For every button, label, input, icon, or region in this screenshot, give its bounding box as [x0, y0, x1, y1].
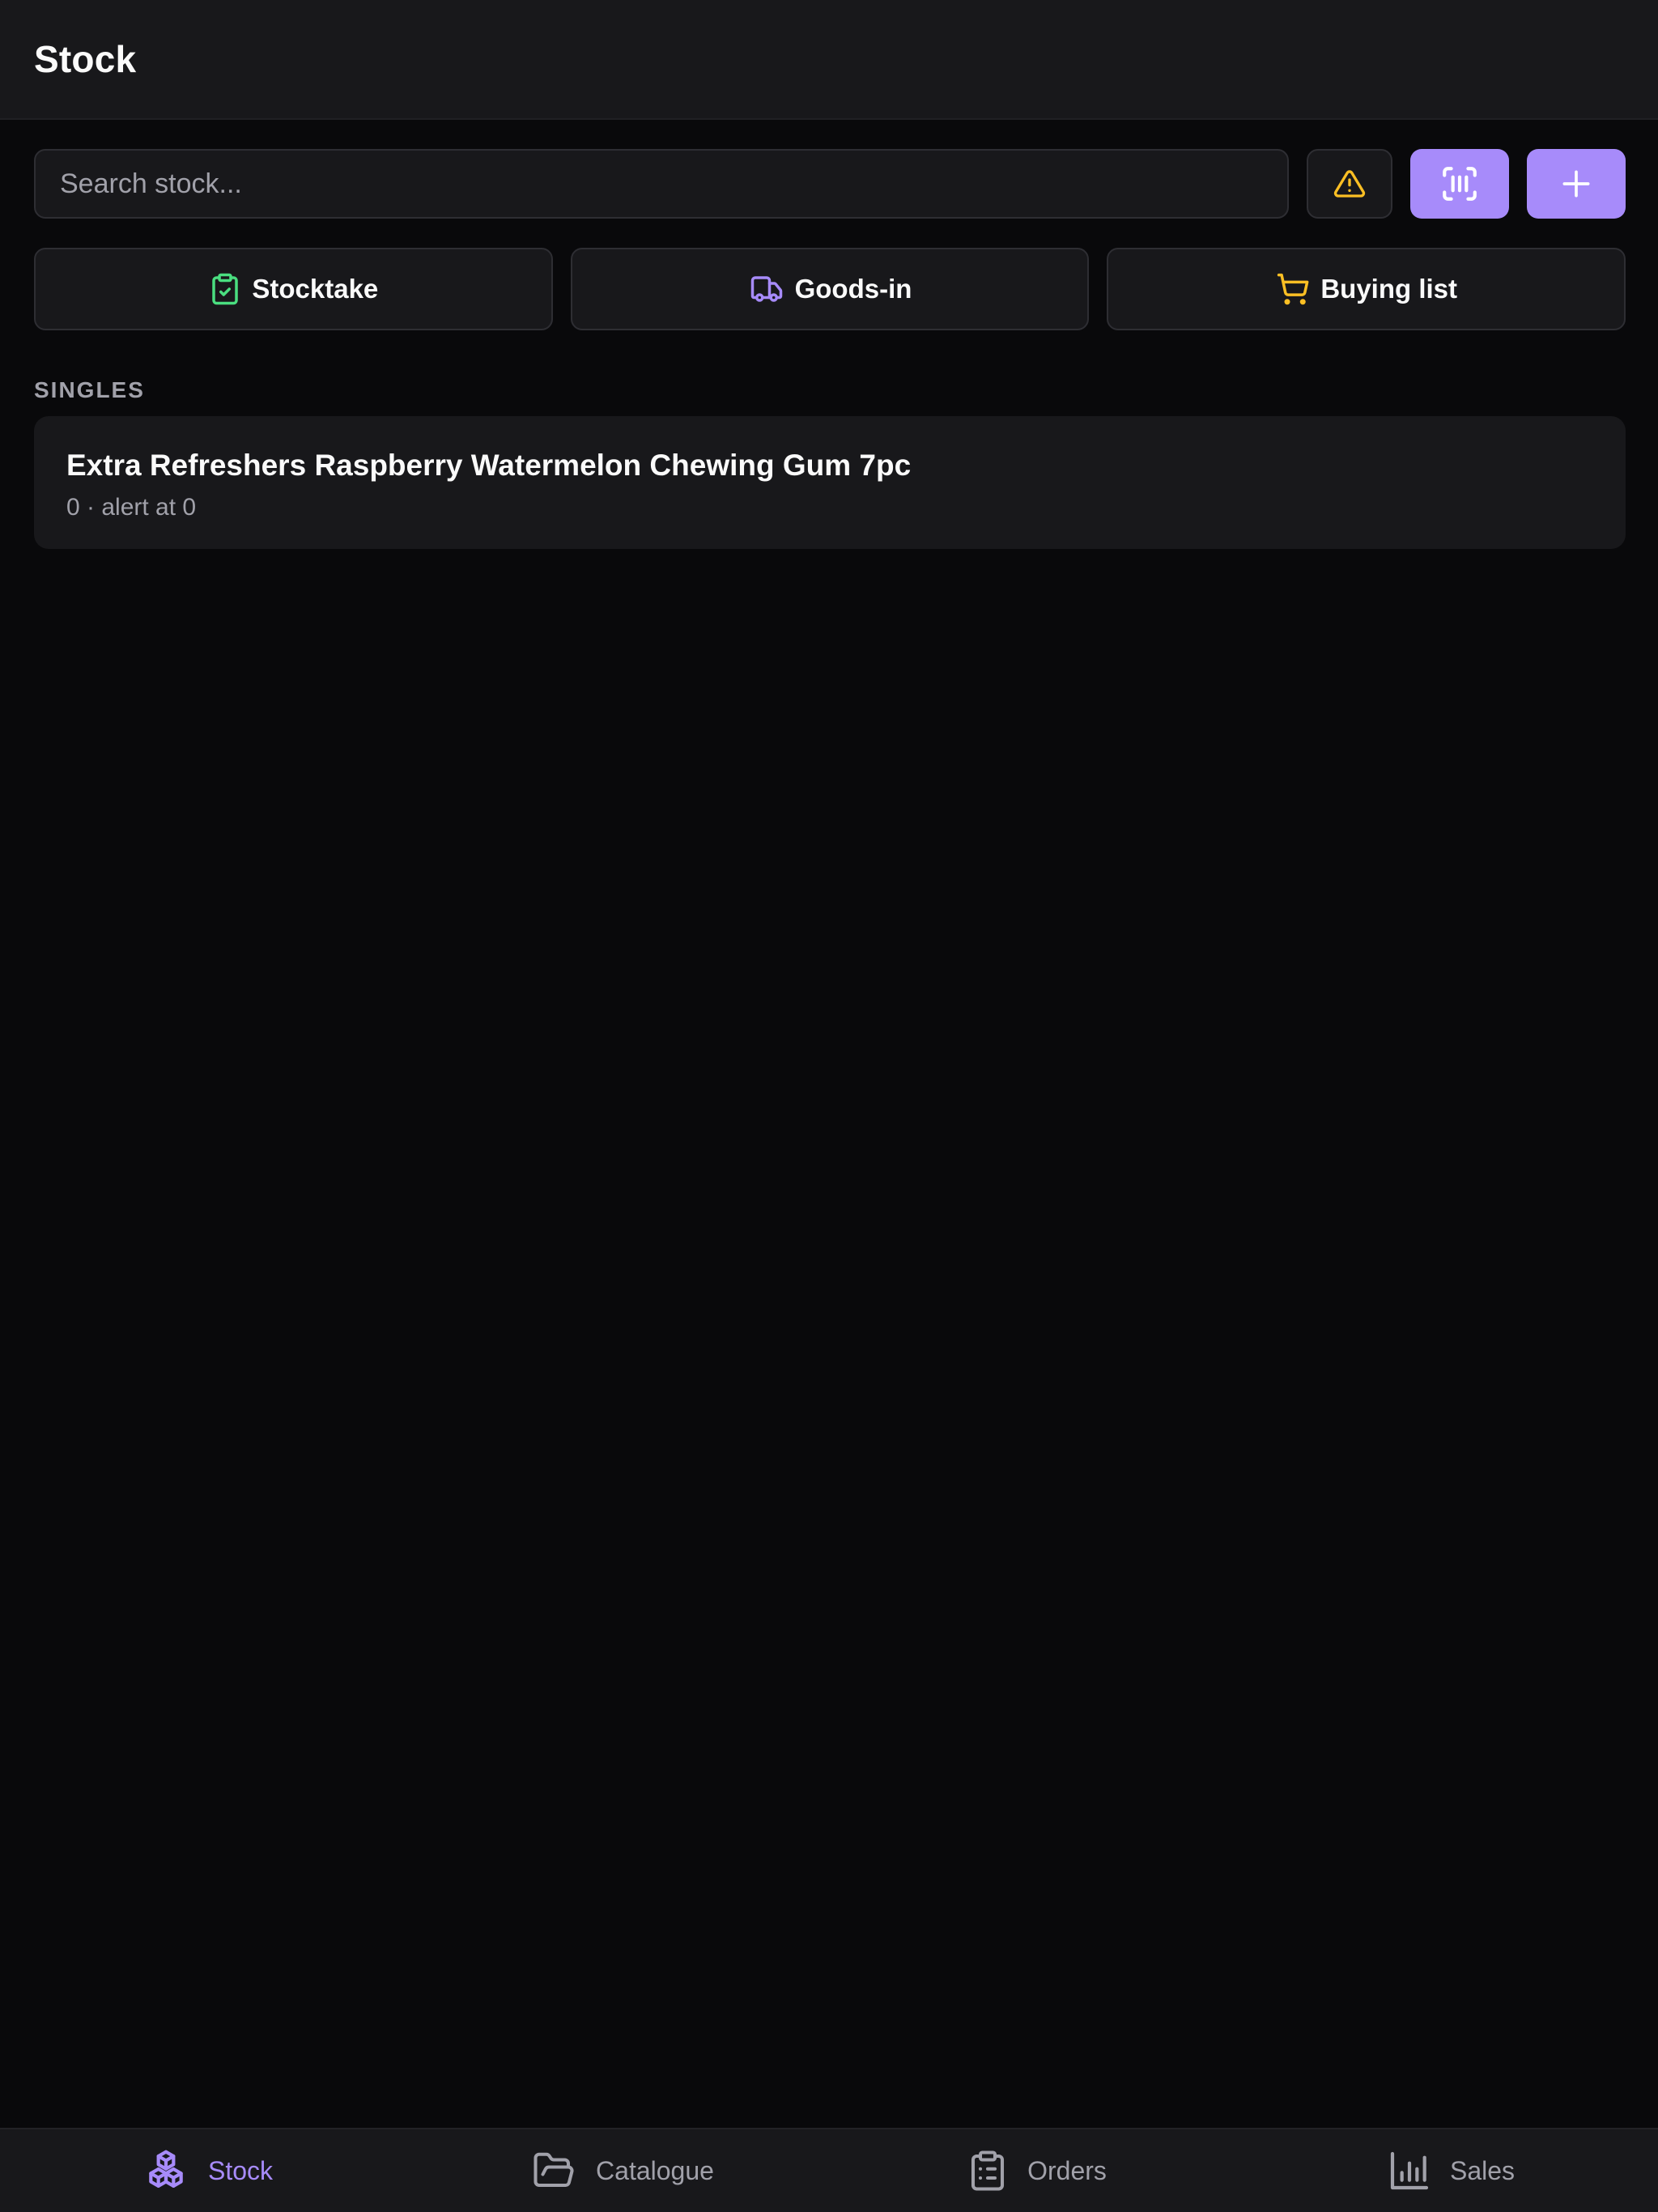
nav-item-sales[interactable]: Sales	[1244, 2129, 1658, 2212]
item-stock-meta: 0 · alert at 0	[66, 494, 197, 521]
goods-in-label: Goods-in	[794, 274, 912, 304]
barcode-scan-icon	[1443, 167, 1477, 201]
buying-list-label: Buying list	[1320, 274, 1458, 304]
app-header: Stock	[0, 0, 1658, 120]
list-item[interactable]: Extra Refreshers Raspberry Watermelon Ch…	[34, 416, 1626, 549]
low-stock-alert-button[interactable]	[1307, 149, 1392, 219]
stocktake-label: Stocktake	[252, 274, 379, 304]
shopping-cart-icon	[1278, 273, 1309, 305]
search-input[interactable]	[60, 168, 1287, 200]
clipboard-list-icon	[971, 2150, 1005, 2191]
goods-in-button[interactable]: Goods-in	[570, 248, 1090, 330]
scan-barcode-button[interactable]	[1410, 149, 1509, 219]
nav-label-sales: Sales	[1449, 2155, 1516, 2185]
clipboard-check-icon	[212, 273, 239, 305]
section-heading: SINGLES	[34, 377, 145, 402]
bottom-nav: Stock Catalogue Orders Sales	[0, 2128, 1658, 2212]
nav-label-stock: Stock	[207, 2155, 274, 2185]
action-row: Stocktake Goods-in Buying list	[34, 248, 1626, 330]
add-item-button[interactable]	[1527, 149, 1626, 219]
nav-item-orders[interactable]: Orders	[829, 2129, 1244, 2212]
folder-open-icon	[534, 2152, 574, 2188]
alert-triangle-icon	[1333, 170, 1366, 198]
bar-chart-icon	[1390, 2151, 1429, 2190]
buying-list-button[interactable]: Buying list	[1107, 248, 1626, 330]
search-box	[34, 149, 1289, 219]
item-name: Extra Refreshers Raspberry Watermelon Ch…	[66, 449, 912, 482]
nav-label-orders: Orders	[1027, 2155, 1107, 2185]
toolbar	[34, 149, 1626, 219]
stock-screen: Stock Search stock... Stocktake Goods-in…	[0, 0, 1658, 2212]
page-title: Stock	[34, 38, 137, 80]
truck-icon	[750, 276, 782, 302]
boxes-icon	[149, 2150, 183, 2188]
nav-item-stock[interactable]: Stock	[0, 2129, 414, 2212]
stocktake-button[interactable]: Stocktake	[34, 248, 553, 330]
nav-item-catalogue[interactable]: Catalogue	[414, 2129, 829, 2212]
nav-label-catalogue: Catalogue	[596, 2155, 714, 2185]
plus-icon	[1562, 170, 1590, 198]
